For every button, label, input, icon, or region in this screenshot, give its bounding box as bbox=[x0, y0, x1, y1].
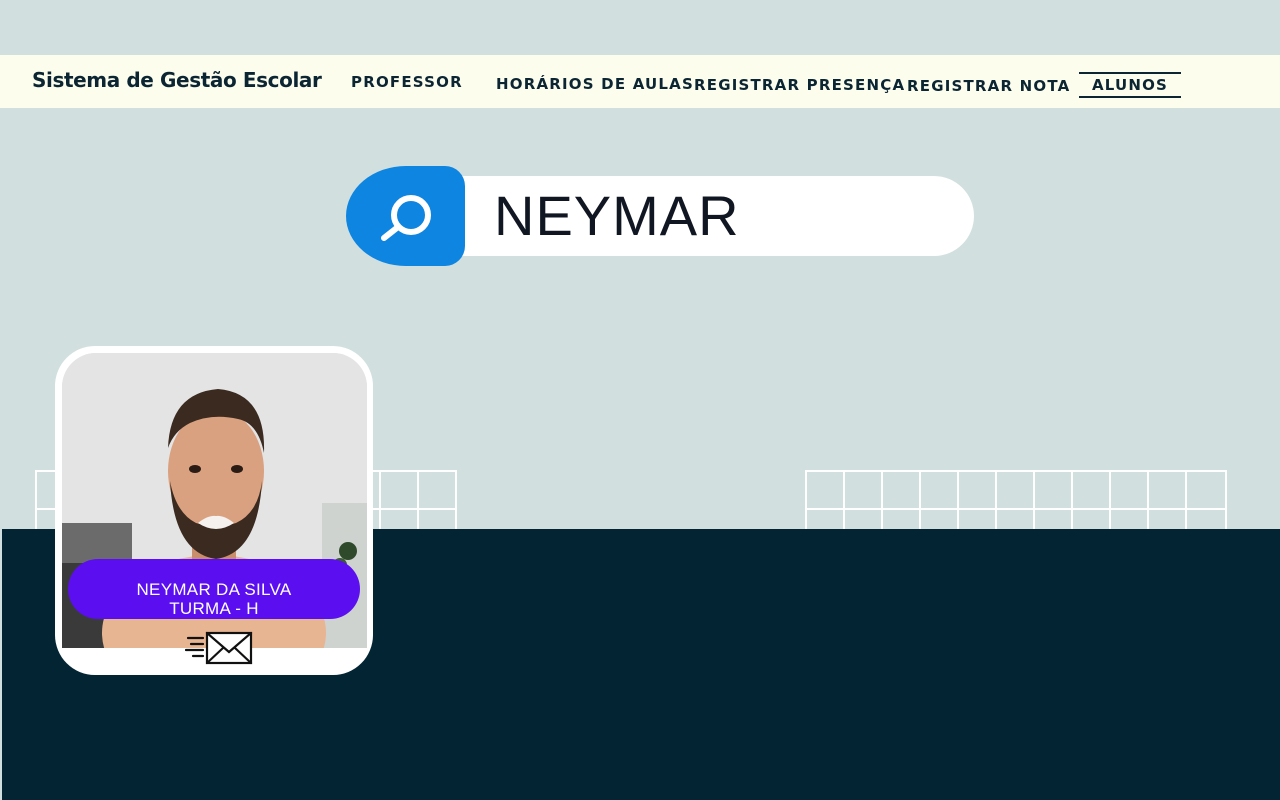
nav-registrar-presenca[interactable]: REGISTRAR PRESENÇA bbox=[694, 76, 905, 94]
nav-professor[interactable]: PROFESSOR bbox=[351, 73, 463, 91]
student-class: TURMA - H bbox=[169, 599, 259, 618]
student-name-badge: NEYMAR DA SILVA TURMA - H bbox=[68, 559, 360, 619]
nav-horarios-de-aulas[interactable]: HORÁRIOS DE AULAS bbox=[496, 75, 694, 93]
student-name: NEYMAR DA SILVA bbox=[136, 580, 292, 599]
search-icon bbox=[381, 195, 431, 241]
nav-registrar-nota[interactable]: REGISTRAR NOTA bbox=[907, 77, 1070, 95]
send-message-button[interactable] bbox=[184, 630, 253, 666]
search-input[interactable]: NEYMAR bbox=[395, 176, 974, 256]
top-strip bbox=[0, 0, 1280, 55]
app-title: Sistema de Gestão Escolar bbox=[32, 68, 322, 92]
grid-decoration-right bbox=[805, 470, 1227, 532]
student-card[interactable]: NEYMAR DA SILVA TURMA - H bbox=[55, 346, 373, 675]
send-mail-icon bbox=[184, 631, 253, 665]
search-query-text: NEYMAR bbox=[494, 184, 740, 247]
nav-alunos-active[interactable]: ALUNOS bbox=[1079, 72, 1181, 98]
navbar: Sistema de Gestão Escolar PROFESSOR HORÁ… bbox=[0, 55, 1280, 108]
search-button[interactable] bbox=[346, 166, 465, 266]
